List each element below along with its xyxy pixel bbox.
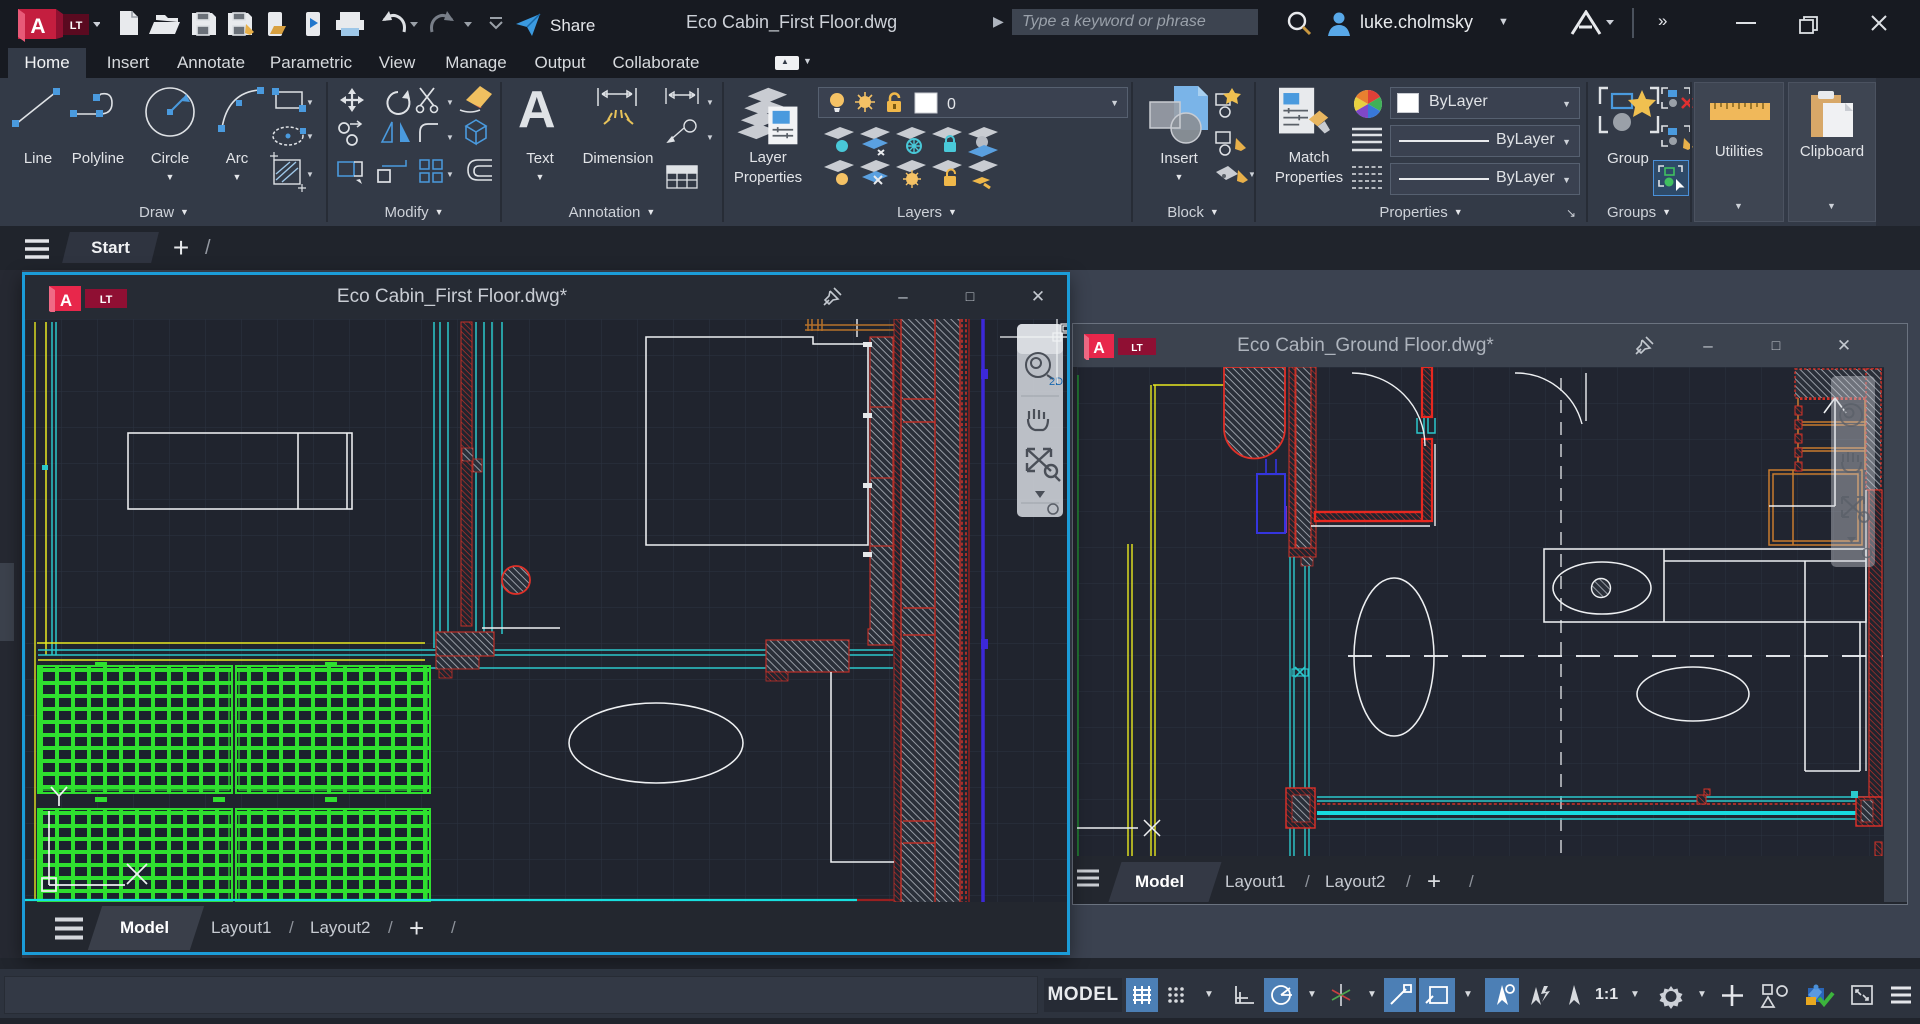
svg-text:Share: Share <box>550 16 595 35</box>
svg-text:LT: LT <box>70 20 83 32</box>
svg-text:A: A <box>30 15 45 38</box>
svg-text:LT: LT <box>100 294 113 306</box>
svg-text:2D: 2D <box>1049 376 1063 388</box>
svg-text:A: A <box>60 291 72 310</box>
svg-text:0: 0 <box>947 96 956 113</box>
